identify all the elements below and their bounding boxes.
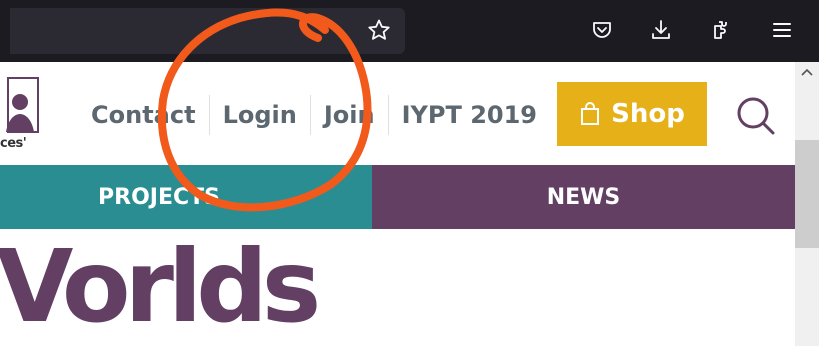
nav-login-link[interactable]: Login [210,95,311,135]
download-icon[interactable] [645,14,677,46]
nav-iypt-link[interactable]: IYPT 2019 [389,95,550,135]
pocket-icon[interactable] [586,14,618,46]
scrollbar-thumb[interactable] [795,140,819,248]
menu-icon[interactable] [766,14,798,46]
nav-contact-link[interactable]: Contact [78,95,210,135]
top-navigation: Contact Login Join IYPT 2019 [78,86,550,144]
web-page: ces' Contact Login Join IYPT 2019 Shop P… [0,62,795,346]
browser-toolbar [0,0,819,62]
logo-caption: ces' [0,136,27,151]
nav-projects-tab[interactable]: PROJECTS [0,165,372,229]
address-bar[interactable] [10,8,405,54]
scroll-up-arrow-icon[interactable] [800,66,814,80]
main-navigation: PROJECTS NEWS [0,165,795,229]
shop-label: Shop [611,99,685,129]
hero-title: Vorlds [0,232,321,342]
extensions-icon[interactable] [706,14,738,46]
star-icon[interactable] [363,14,395,46]
nav-news-tab[interactable]: NEWS [372,165,795,229]
hero-title-text: Vorlds [0,228,321,345]
shopping-bag-icon [581,102,600,125]
search-icon [737,97,775,135]
search-button[interactable] [734,94,778,138]
nav-join-link[interactable]: Join [311,95,389,135]
shop-button[interactable]: Shop [557,82,707,146]
